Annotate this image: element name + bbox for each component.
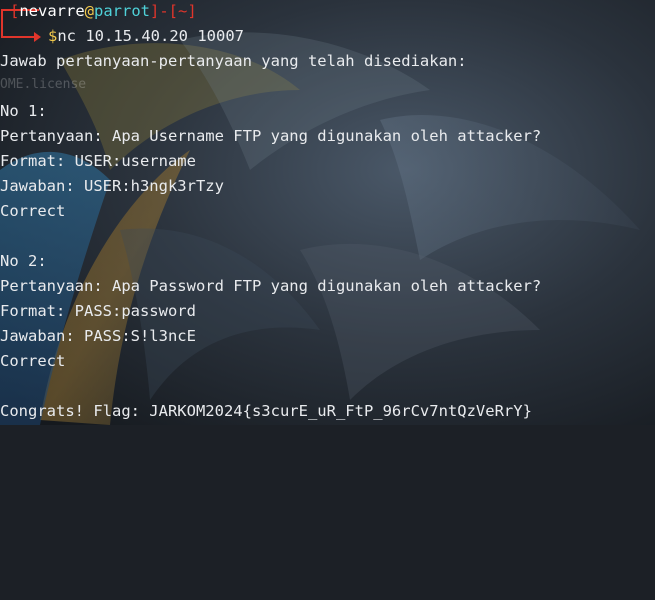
flag-line: Congrats! Flag: JARKOM2024{s3curE_uR_FtP… [0, 402, 532, 420]
background-ghost-text: OME.license [0, 77, 87, 92]
prompt-close: ] [187, 2, 197, 20]
question-1-number: No 1: [0, 102, 47, 120]
question-2-format: Format: PASS:password [0, 302, 196, 320]
question-1-answer: Jawaban: USER:h3ngk3rTzy [0, 177, 224, 195]
command-text: nc 10.15.40.20 10007 [57, 27, 244, 45]
prompt-dash: ]-[ [150, 2, 179, 20]
question-2-answer: Jawaban: PASS:S!l3ncE [0, 327, 196, 345]
question-1-text: Pertanyaan: Apa Username FTP yang diguna… [0, 127, 542, 145]
prompt-host: parrot [94, 2, 151, 20]
intro-text: Jawab pertanyaan-pertanyaan yang telah d… [0, 52, 467, 70]
terminal-window[interactable]: [nevarre@parrot]-[~] $nc 10.15.40.20 100… [0, 0, 655, 425]
question-1-result: Correct [0, 202, 66, 220]
question-2-number: No 2: [0, 252, 47, 270]
prompt-user: nevarre [19, 2, 85, 20]
command-line: $nc 10.15.40.20 10007 [48, 24, 244, 49]
question-1-format: Format: USER:username [0, 152, 196, 170]
prompt-header: [nevarre@parrot]-[~] [10, 2, 197, 20]
prompt-at: @ [84, 2, 95, 20]
prompt-dollar: $ [48, 27, 58, 45]
question-2-result: Correct [0, 352, 66, 370]
prompt-dir: ~ [178, 2, 188, 20]
prompt-arrow-icon [34, 32, 41, 42]
question-2-text: Pertanyaan: Apa Password FTP yang diguna… [0, 277, 542, 295]
